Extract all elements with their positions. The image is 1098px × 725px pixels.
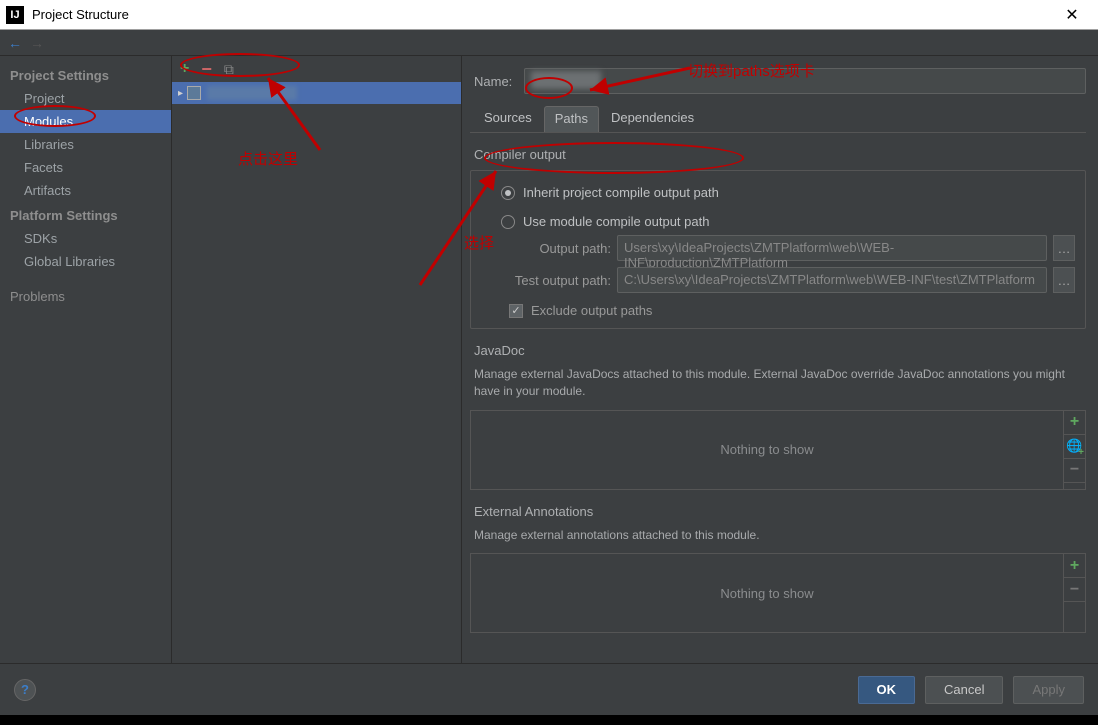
app-icon: IJ	[6, 6, 24, 24]
apply-button[interactable]: Apply	[1013, 676, 1084, 704]
test-output-path-label: Test output path:	[501, 273, 611, 288]
module-name-blurred	[207, 86, 297, 100]
help-icon[interactable]: ?	[14, 679, 36, 701]
cancel-button[interactable]: Cancel	[925, 676, 1003, 704]
radio-use-module-label: Use module compile output path	[523, 214, 709, 229]
module-icon	[187, 86, 201, 100]
ext-remove-icon[interactable]: −	[1064, 578, 1085, 602]
javadoc-empty: Nothing to show	[471, 411, 1063, 489]
ext-annotations-list: Nothing to show + −	[470, 553, 1086, 633]
bottom-strip	[0, 715, 1098, 725]
radio-use-module[interactable]	[501, 215, 515, 229]
compiler-output-title: Compiler output	[470, 147, 1086, 162]
radio-inherit[interactable]	[501, 186, 515, 200]
sidebar-item-facets[interactable]: Facets	[0, 156, 171, 179]
javadoc-title: JavaDoc	[470, 343, 1086, 358]
javadoc-remove-icon[interactable]: −	[1064, 459, 1085, 483]
ok-button[interactable]: OK	[858, 676, 916, 704]
dialog-footer: ? OK Cancel Apply	[0, 663, 1098, 715]
forward-icon[interactable]: →	[30, 35, 44, 51]
sidebar-item-project[interactable]: Project	[0, 87, 171, 110]
back-icon[interactable]: ←	[8, 35, 22, 51]
module-tabs: Sources Paths Dependencies	[470, 106, 1086, 133]
history-toolbar: ← →	[0, 30, 1098, 56]
ext-annotations-empty: Nothing to show	[471, 554, 1063, 632]
sidebar-item-libraries[interactable]: Libraries	[0, 133, 171, 156]
sidebar-item-artifacts[interactable]: Artifacts	[0, 179, 171, 202]
module-list-item[interactable]: ▸	[172, 82, 461, 104]
sidebar-group-platform-settings: Platform Settings	[0, 202, 171, 227]
ext-annotations-desc: Manage external annotations attached to …	[474, 527, 1086, 544]
remove-module-icon[interactable]: −	[201, 59, 212, 80]
expand-icon[interactable]: ▸	[178, 88, 183, 99]
radio-inherit-label: Inherit project compile output path	[523, 185, 719, 200]
javadoc-add-icon[interactable]: +	[1064, 411, 1085, 435]
module-panel: + − ⧉ ▸	[172, 56, 462, 663]
sidebar-item-global-libraries[interactable]: Global Libraries	[0, 250, 171, 273]
name-value-blurred	[531, 71, 601, 89]
sidebar-group-project-settings: Project Settings	[0, 62, 171, 87]
name-field[interactable]	[524, 68, 1086, 94]
exclude-label: Exclude output paths	[531, 303, 652, 318]
output-path-browse[interactable]: …	[1053, 235, 1075, 261]
module-toolbar: + − ⧉	[172, 56, 461, 82]
sidebar-item-sdks[interactable]: SDKs	[0, 227, 171, 250]
name-label: Name:	[470, 74, 512, 89]
output-path-label: Output path:	[501, 241, 611, 256]
test-output-path-browse[interactable]: …	[1053, 267, 1075, 293]
tab-dependencies[interactable]: Dependencies	[601, 106, 704, 132]
copy-module-icon[interactable]: ⧉	[224, 61, 234, 78]
tab-sources[interactable]: Sources	[474, 106, 542, 132]
window-title: Project Structure	[32, 7, 1052, 22]
compiler-output-group: Inherit project compile output path Use …	[470, 170, 1086, 329]
titlebar: IJ Project Structure ✕	[0, 0, 1098, 30]
javadoc-add-url-icon[interactable]: 🌐	[1064, 435, 1085, 459]
ext-add-icon[interactable]: +	[1064, 554, 1085, 578]
javadoc-list: Nothing to show + 🌐 −	[470, 410, 1086, 490]
exclude-checkbox[interactable]: ✓	[509, 304, 523, 318]
content-panel: Name: Sources Paths Dependencies Compile…	[462, 56, 1098, 663]
output-path-field[interactable]: Users\xy\IdeaProjects\ZMTPlatform\web\WE…	[617, 235, 1047, 261]
sidebar-item-problems[interactable]: Problems	[0, 283, 171, 308]
ext-annotations-title: External Annotations	[470, 504, 1086, 519]
sidebar-item-modules[interactable]: Modules	[0, 110, 171, 133]
javadoc-desc: Manage external JavaDocs attached to thi…	[474, 366, 1086, 400]
close-icon[interactable]: ✕	[1052, 5, 1092, 25]
tab-paths[interactable]: Paths	[544, 106, 599, 132]
add-module-icon[interactable]: +	[180, 60, 189, 78]
test-output-path-field[interactable]: C:\Users\xy\IdeaProjects\ZMTPlatform\web…	[617, 267, 1047, 293]
sidebar: Project Settings Project Modules Librari…	[0, 56, 172, 663]
